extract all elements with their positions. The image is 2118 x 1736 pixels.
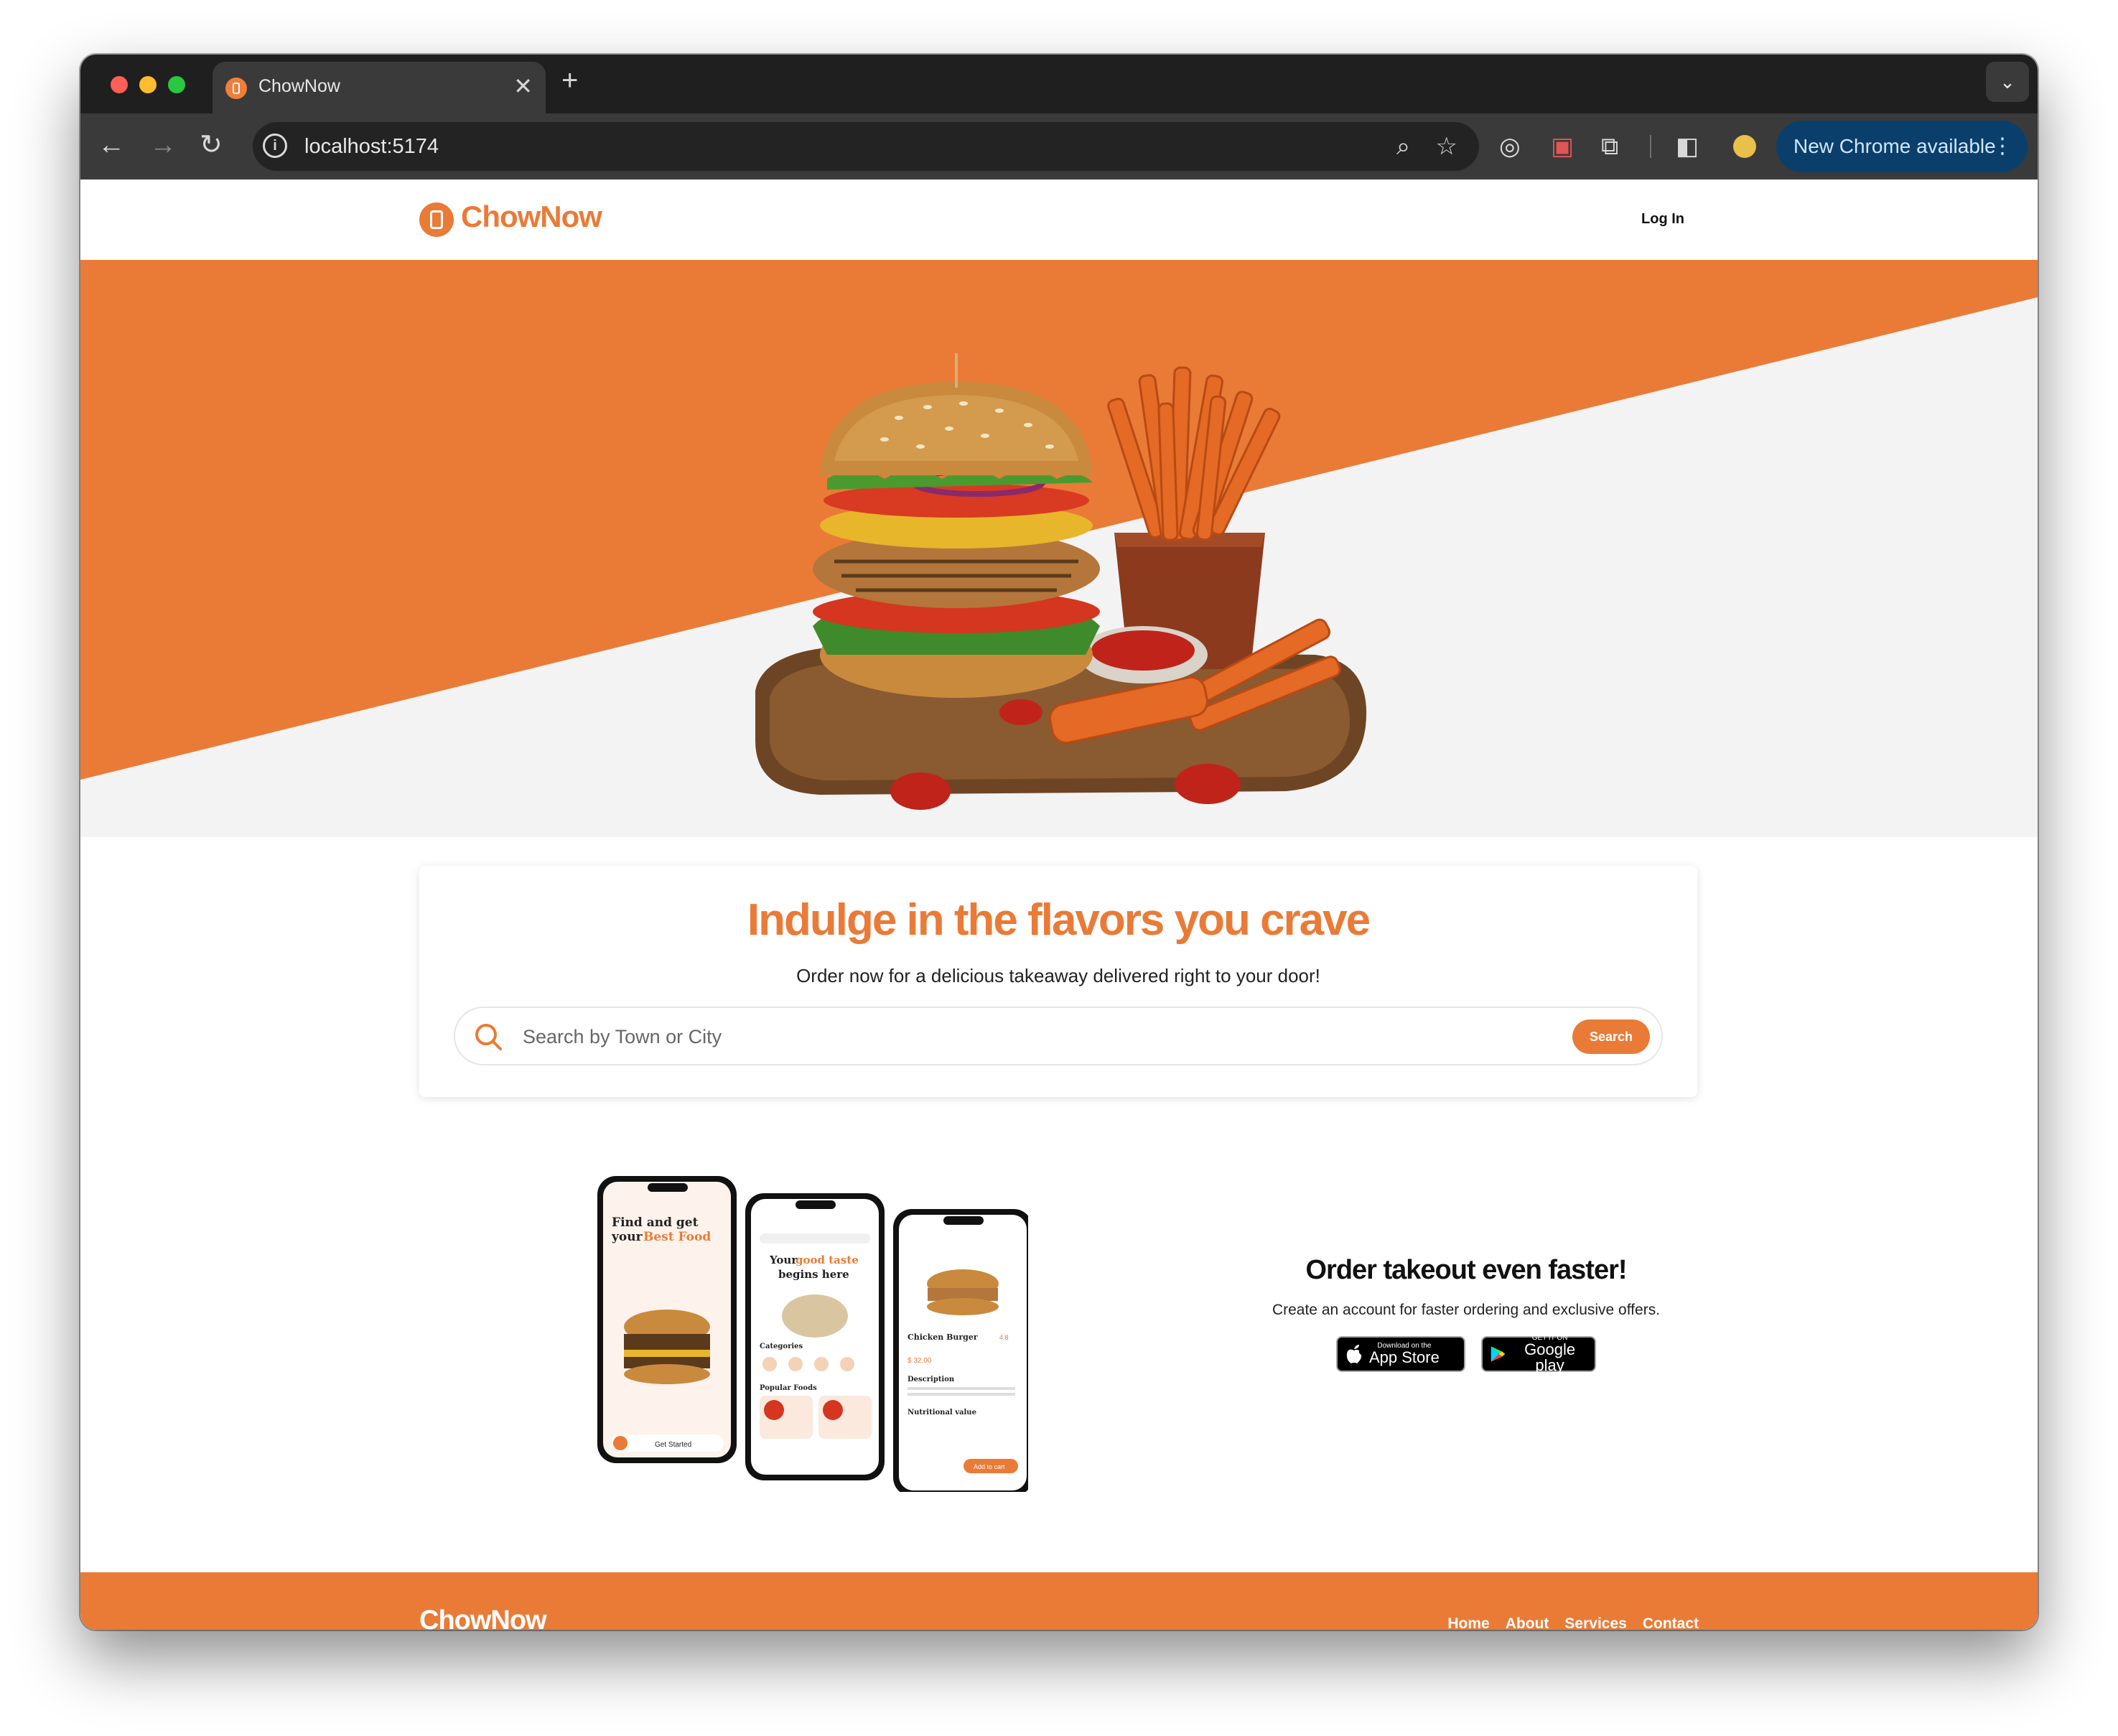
chrome-update-button[interactable]: New Chrome available ⋮ xyxy=(1776,121,2028,172)
search-icon xyxy=(475,1024,502,1050)
site-header: ChowNow Log In xyxy=(80,179,2038,260)
tab-close-icon[interactable]: ✕ xyxy=(513,73,533,99)
phone1-title-1: Find and get xyxy=(612,1215,699,1230)
search-input[interactable] xyxy=(521,1021,1515,1053)
phone3-rating: 4.8 xyxy=(999,1334,1009,1341)
phone2-title-accent: good taste xyxy=(796,1254,859,1266)
phone2-popular: Popular Foods xyxy=(760,1384,817,1392)
app-store-big-text: App Store xyxy=(1369,1348,1440,1366)
app-store-badge[interactable]: Download on the App Store xyxy=(1336,1336,1465,1372)
site-footer xyxy=(80,1572,2038,1630)
phone1-title-2: your xyxy=(611,1230,643,1244)
promo-subtitle: Create an account for faster ordering an… xyxy=(1272,1302,1661,1318)
phone2-categories: Categories xyxy=(760,1343,803,1350)
login-link[interactable]: Log In xyxy=(1641,211,1684,228)
burger-fries-illustration xyxy=(755,353,1367,810)
browser-window: ChowNow ✕ + ⌄ ← → ↻ i localhost:5174 ⌕ ☆… xyxy=(80,55,2038,1630)
apple-icon xyxy=(1346,1345,1362,1363)
new-tab-button[interactable]: + xyxy=(561,65,578,96)
google-play-icon xyxy=(1490,1346,1506,1362)
phone2-title-2: begins here xyxy=(778,1268,849,1281)
extension-target-icon[interactable]: ◎ xyxy=(1499,131,1521,162)
tab-bar: ChowNow ✕ + ⌄ xyxy=(80,55,2038,113)
favicon-icon xyxy=(225,78,247,99)
site-info-icon[interactable]: i xyxy=(263,134,287,158)
bookmark-star-icon[interactable]: ☆ xyxy=(1436,132,1457,161)
search-button[interactable]: Search xyxy=(1572,1019,1650,1054)
reload-icon[interactable]: ↻ xyxy=(200,129,223,161)
hero-headline: Indulge in the flavors you crave xyxy=(747,895,1371,945)
app-phone-mockups: Find and get your Best Food Get Started … xyxy=(597,1176,1028,1492)
web-page: ChowNow Log In Indulge in the flavors yo… xyxy=(80,179,2038,1630)
brand-name[interactable]: ChowNow xyxy=(461,200,602,234)
minimize-window-button[interactable] xyxy=(139,76,157,93)
footer-link-services[interactable]: Services xyxy=(1564,1615,1626,1630)
google-play-badge[interactable]: GET IT ON Google play xyxy=(1481,1335,1596,1374)
footer-link-contact[interactable]: Contact xyxy=(1643,1615,1699,1630)
footer-link-home[interactable]: Home xyxy=(1447,1615,1489,1630)
extension-paw-icon[interactable]: ▣ xyxy=(1551,131,1574,162)
footer-brand[interactable]: ChowNow xyxy=(419,1605,547,1630)
phone1-cta: Get Started xyxy=(655,1441,691,1449)
more-menu-icon[interactable]: ⋮ xyxy=(1992,121,2013,172)
phone3-price: $ 32.00 xyxy=(908,1357,932,1365)
forward-arrow-icon[interactable]: → xyxy=(149,129,177,161)
phone3-item: Chicken Burger xyxy=(908,1333,978,1342)
phone2-title-1: Your xyxy=(769,1254,798,1266)
close-window-button[interactable] xyxy=(111,76,128,93)
search-box: Search xyxy=(454,1007,1663,1065)
zoom-icon[interactable]: ⌕ xyxy=(1396,132,1410,161)
phone3-description: Description xyxy=(908,1376,955,1383)
google-play-big-text: Google play xyxy=(1524,1340,1576,1374)
store-badges: Download on the App Store GET IT ON Goog… xyxy=(1186,1335,1746,1374)
app-promo: Order takeout even faster! Create an acc… xyxy=(1186,1255,1746,1374)
back-arrow-icon[interactable]: ← xyxy=(98,129,125,161)
footer-link-about[interactable]: About xyxy=(1506,1615,1549,1630)
browser-tab[interactable]: ChowNow ✕ xyxy=(213,62,546,113)
profile-avatar[interactable] xyxy=(1733,135,1756,158)
phone1-title-accent: Best Food xyxy=(643,1230,711,1244)
side-panel-icon[interactable]: ◧ xyxy=(1676,131,1699,162)
promo-title: Order takeout even faster! xyxy=(1305,1255,1627,1285)
tab-title: ChowNow xyxy=(258,76,340,96)
url-text[interactable]: localhost:5174 xyxy=(304,135,439,159)
chrome-update-label: New Chrome available xyxy=(1793,135,1996,157)
hero-subline: Order now for a delicious takeaway deliv… xyxy=(796,965,1320,986)
browser-toolbar: ← → ↻ i localhost:5174 ⌕ ☆ ◎ ▣ ⧉ ◧ New C… xyxy=(80,113,2038,179)
footer-nav: Home About Services Contact xyxy=(1447,1615,1699,1630)
maximize-window-button[interactable] xyxy=(168,76,185,93)
extensions-puzzle-icon[interactable]: ⧉ xyxy=(1601,131,1618,162)
brand-logo-icon[interactable] xyxy=(419,202,454,237)
search-card: Indulge in the flavors you crave Order n… xyxy=(419,866,1697,1097)
hero-section xyxy=(80,260,2038,837)
phone3-nutrition: Nutritional value xyxy=(908,1409,976,1417)
toolbar-divider xyxy=(1650,135,1651,158)
phone3-cta: Add to cart xyxy=(974,1463,1005,1470)
address-bar[interactable]: i localhost:5174 ⌕ ☆ xyxy=(253,122,1479,171)
tab-search-chevron-icon[interactable]: ⌄ xyxy=(1986,62,2029,102)
